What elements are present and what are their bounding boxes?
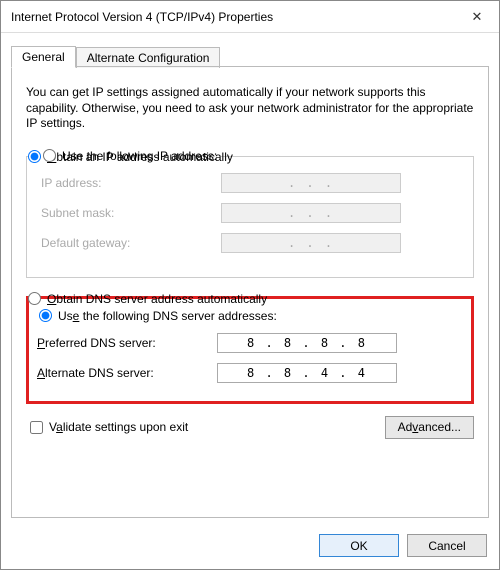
radio-ip-auto-input[interactable] <box>28 150 41 163</box>
label-ip-address: IP address: <box>41 176 221 190</box>
radio-dns-manual-label: Use the following DNS server addresses: <box>58 309 277 323</box>
radio-dns-auto-input[interactable] <box>28 292 41 305</box>
tab-general[interactable]: General <box>11 46 76 68</box>
input-preferred-dns[interactable]: 8 . 8 . 8 . 8 <box>217 333 397 353</box>
ip-frame: Use the following IP address: IP address… <box>26 156 474 278</box>
radio-ip-manual-input[interactable] <box>43 149 56 162</box>
input-alternate-dns[interactable]: 8 . 8 . 4 . 4 <box>217 363 397 383</box>
row-preferred-dns: Preferred DNS server: 8 . 8 . 8 . 8 <box>37 333 463 353</box>
intro-text: You can get IP settings assigned automat… <box>26 85 474 132</box>
row-subnet-mask: Subnet mask: . . . <box>41 203 459 223</box>
radio-dns-manual-input[interactable] <box>39 309 52 322</box>
titlebar: Internet Protocol Version 4 (TCP/IPv4) P… <box>1 1 499 33</box>
tab-panel-general: You can get IP settings assigned automat… <box>11 66 489 518</box>
radio-dns-manual[interactable]: Use the following DNS server addresses: <box>37 309 463 323</box>
dns-highlight-box: Use the following DNS server addresses: … <box>26 296 474 404</box>
bottom-row: Validate settings upon exit Advanced... <box>26 416 474 439</box>
checkbox-validate-label: Validate settings upon exit <box>49 420 188 434</box>
label-preferred-dns: Preferred DNS server: <box>37 336 217 350</box>
checkbox-validate[interactable]: Validate settings upon exit <box>26 420 188 434</box>
tab-bar: General Alternate Configuration <box>11 43 489 67</box>
radio-ip-manual-label: Use the following IP address: <box>62 149 217 163</box>
ok-button[interactable]: OK <box>319 534 399 557</box>
radio-dns-auto-label: Obtain DNS server address automatically <box>47 292 267 306</box>
row-alternate-dns: Alternate DNS server: 8 . 8 . 4 . 4 <box>37 363 463 383</box>
label-subnet-mask: Subnet mask: <box>41 206 221 220</box>
close-icon[interactable]: ✕ <box>455 1 499 33</box>
cancel-button[interactable]: Cancel <box>407 534 487 557</box>
radio-ip-manual[interactable]: Use the following IP address: <box>41 149 221 163</box>
input-default-gateway: . . . <box>221 233 401 253</box>
tab-alternate-configuration[interactable]: Alternate Configuration <box>76 47 221 68</box>
window-title: Internet Protocol Version 4 (TCP/IPv4) P… <box>11 10 455 24</box>
row-ip-address: IP address: . . . <box>41 173 459 193</box>
label-default-gateway: Default gateway: <box>41 236 221 250</box>
label-alternate-dns: Alternate DNS server: <box>37 366 217 380</box>
input-ip-address: . . . <box>221 173 401 193</box>
input-subnet-mask: . . . <box>221 203 401 223</box>
checkbox-validate-input[interactable] <box>30 421 43 434</box>
window: Internet Protocol Version 4 (TCP/IPv4) P… <box>0 0 500 570</box>
advanced-button[interactable]: Advanced... <box>385 416 474 439</box>
content: General Alternate Configuration You can … <box>1 33 499 518</box>
row-default-gateway: Default gateway: . . . <box>41 233 459 253</box>
footer-buttons: OK Cancel <box>319 534 487 557</box>
